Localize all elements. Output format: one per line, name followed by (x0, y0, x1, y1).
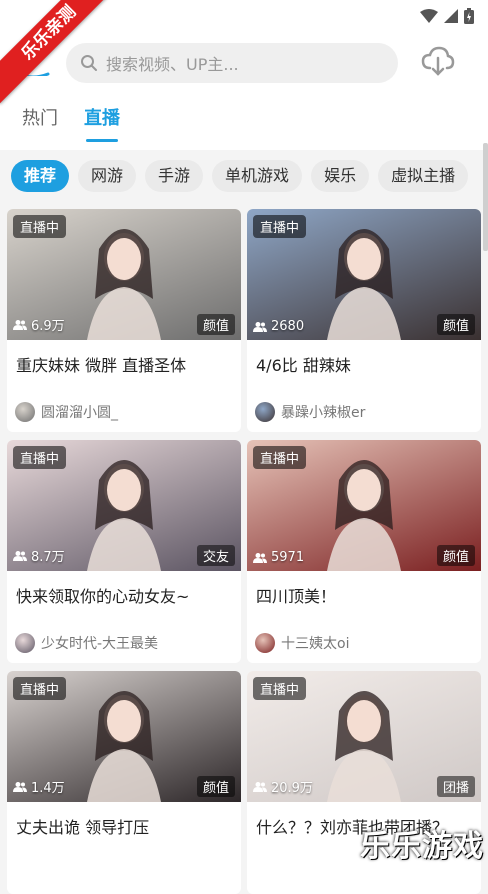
live-badge: 直播中 (253, 677, 307, 700)
stream-thumbnail[interactable]: 直播中 20.9万 团播 (247, 671, 481, 802)
streamer-name: 十三姨太oi (281, 636, 350, 652)
people-icon (13, 550, 27, 561)
live-grid: 直播中 6.9万 颜值 重庆妹妹 微胖 直播圣体 圆溜溜小圆_ 直播中 2680… (7, 209, 481, 894)
chip-vtuber[interactable]: 虚拟主播 (378, 160, 469, 192)
signal-icon (444, 9, 458, 23)
live-card[interactable]: 直播中 1.4万 颜值 丈夫出诡 领导打压 (7, 671, 241, 894)
category-tag: 颜值 (196, 776, 235, 797)
category-tag: 颜值 (436, 314, 475, 335)
people-icon (13, 319, 27, 330)
streamer-info[interactable]: 暴躁小辣椒er (255, 402, 365, 422)
streamer-name: 圆溜溜小圆_ (41, 405, 118, 421)
live-badge: 直播中 (13, 677, 67, 700)
stream-title[interactable]: 快来领取你的心动女友~ (16, 583, 241, 607)
streamer-info[interactable]: 十三姨太oi (255, 633, 349, 653)
stream-thumbnail[interactable]: 直播中 6.9万 颜值 (7, 209, 241, 340)
corner-watermark: 乐乐亲测 (0, 0, 110, 110)
viewer-count-value: 1.4万 (31, 781, 65, 796)
people-icon (253, 781, 267, 792)
live-badge: 直播中 (253, 215, 307, 238)
stream-title[interactable]: 丈夫出诡 领导打压 (16, 814, 241, 838)
chip-mobile-games[interactable]: 手游 (145, 160, 204, 192)
live-card[interactable]: 直播中 8.7万 交友 快来领取你的心动女友~ 少女时代-大王最美 (7, 440, 241, 663)
stream-thumbnail[interactable]: 直播中 2680 颜值 (247, 209, 481, 340)
people-icon (253, 552, 267, 563)
stream-thumbnail[interactable]: 直播中 5971 颜值 (247, 440, 481, 571)
viewer-count: 2680 (253, 319, 304, 334)
search-placeholder: 搜索视频、UP主... (106, 55, 239, 74)
viewer-count: 8.7万 (13, 546, 65, 565)
viewer-count-value: 5971 (271, 550, 305, 565)
avatar (255, 633, 275, 653)
live-card[interactable]: 直播中 6.9万 颜值 重庆妹妹 微胖 直播圣体 圆溜溜小圆_ (7, 209, 241, 432)
live-badge: 直播中 (13, 215, 67, 238)
battery-icon (464, 8, 474, 24)
viewer-count: 1.4万 (13, 777, 65, 796)
streamer-name: 暴躁小辣椒er (281, 405, 366, 421)
stream-title[interactable]: 重庆妹妹 微胖 直播圣体 (16, 352, 241, 376)
stream-title[interactable]: 四川顶美！ (256, 583, 481, 607)
cloud-download-icon[interactable] (421, 46, 455, 78)
search-input[interactable]: 搜索视频、UP主... (66, 43, 398, 83)
chip-entertainment[interactable]: 娱乐 (311, 160, 370, 192)
stream-thumbnail[interactable]: 直播中 1.4万 颜值 (7, 671, 241, 802)
live-badge: 直播中 (13, 446, 67, 469)
avatar (15, 402, 35, 422)
streamer-info[interactable]: 少女时代-大王最美 (15, 633, 158, 653)
wifi-icon (420, 9, 438, 23)
category-tag: 颜值 (196, 314, 235, 335)
viewer-count-value: 2680 (271, 319, 305, 334)
viewer-count: 6.9万 (13, 315, 65, 334)
streamer-info[interactable]: 圆溜溜小圆_ (15, 402, 118, 422)
status-bar (420, 8, 474, 24)
watermark-ribbon: 乐乐亲测 (0, 0, 110, 104)
scrollbar[interactable] (483, 143, 488, 251)
viewer-count: 20.9万 (253, 777, 313, 796)
watermark-logo: 乐乐游戏 (360, 829, 484, 864)
avatar (255, 402, 275, 422)
chip-single-player[interactable]: 单机游戏 (212, 160, 303, 192)
category-tag: 交友 (196, 545, 235, 566)
streamer-name: 少女时代-大王最美 (41, 636, 159, 652)
viewer-count: 5971 (253, 550, 304, 565)
viewer-count-value: 20.9万 (271, 781, 313, 796)
viewer-count-value: 6.9万 (31, 319, 65, 334)
avatar (15, 633, 35, 653)
category-chips: 推荐 网游 手游 单机游戏 娱乐 虚拟主播 (11, 160, 469, 192)
category-tag: 团播 (436, 776, 475, 797)
chip-recommend[interactable]: 推荐 (11, 160, 70, 192)
people-icon (253, 321, 267, 332)
chip-online-games[interactable]: 网游 (78, 160, 137, 192)
live-card[interactable]: 直播中 2680 颜值 4/6比 甜辣妹 暴躁小辣椒er (247, 209, 481, 432)
live-badge: 直播中 (253, 446, 307, 469)
viewer-count-value: 8.7万 (31, 550, 65, 565)
stream-title[interactable]: 4/6比 甜辣妹 (256, 352, 481, 376)
stream-thumbnail[interactable]: 直播中 8.7万 交友 (7, 440, 241, 571)
category-tag: 颜值 (436, 545, 475, 566)
people-icon (13, 781, 27, 792)
live-card[interactable]: 直播中 5971 颜值 四川顶美！ 十三姨太oi (247, 440, 481, 663)
